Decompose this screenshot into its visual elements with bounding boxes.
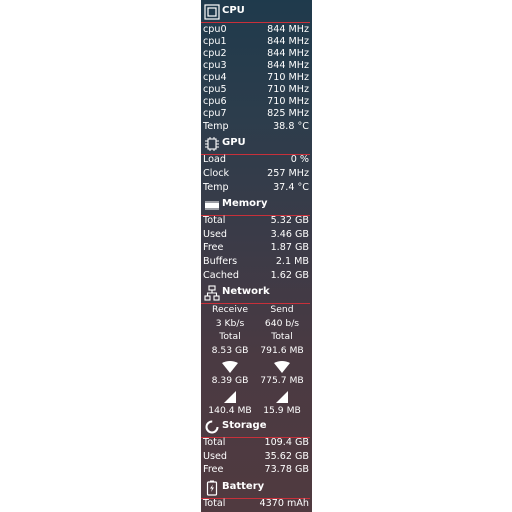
- cpu-row: cpu4 710 MHz: [203, 72, 309, 84]
- row-label: Used: [203, 451, 228, 462]
- row-label: Load: [203, 154, 227, 165]
- row-label: cpu5: [203, 84, 227, 95]
- receive-total: 8.53 GB: [211, 345, 249, 356]
- memory-ram-icon: [205, 201, 219, 210]
- gpu-section-header: GPU: [201, 133, 312, 155]
- battery-section-title: Battery: [222, 481, 265, 492]
- network-section-header: Network: [201, 282, 312, 304]
- cpu-section-title: CPU: [222, 5, 245, 16]
- row-value: 710 MHz: [267, 72, 309, 83]
- row-value: 844 MHz: [267, 36, 309, 47]
- memory-section-title: Memory: [222, 198, 268, 209]
- row-label: Buffers: [203, 256, 238, 267]
- cpu-row: cpu3 844 MHz: [203, 60, 309, 72]
- row-value: 1.87 GB: [270, 242, 309, 253]
- row-label: Total: [203, 215, 226, 226]
- battery-icon: [206, 480, 218, 496]
- row-value: 844 MHz: [267, 60, 309, 71]
- cpu-row: cpu0 844 MHz: [203, 24, 309, 36]
- memory-row: Used 3.46 GB: [203, 229, 309, 241]
- gpu-section-title: GPU: [222, 137, 246, 148]
- memory-row: Buffers 2.1 MB: [203, 256, 309, 268]
- row-label: Free: [203, 464, 224, 475]
- storage-section-header: Storage: [201, 416, 312, 438]
- row-value: 35.62 GB: [264, 451, 309, 462]
- gpu-chip-icon: [205, 137, 219, 151]
- row-value: 2.1 MB: [275, 256, 309, 267]
- send-total-label: Total: [271, 331, 293, 342]
- row-value: 0 %: [290, 154, 309, 165]
- gpu-row: Clock 257 MHz: [203, 168, 309, 180]
- gpu-row: Load 0 %: [203, 154, 309, 166]
- row-label: cpu2: [203, 48, 227, 59]
- section-divider: [201, 22, 310, 23]
- row-value: 710 MHz: [267, 84, 309, 95]
- gpu-row: Temp 37.4 °C: [203, 182, 309, 194]
- cpu-chip-icon: [204, 4, 220, 20]
- row-label: Used: [203, 229, 228, 240]
- network-icon: [204, 285, 220, 301]
- send-rate: 640 b/s: [264, 318, 300, 329]
- row-value: 38.8 °C: [273, 121, 309, 132]
- row-value: 5.32 GB: [270, 215, 309, 226]
- row-label: cpu1: [203, 36, 227, 47]
- row-value: 1.62 GB: [270, 270, 309, 281]
- cpu-temp-row: Temp 38.8 °C: [203, 121, 309, 133]
- row-label: Cached: [203, 270, 239, 281]
- row-label: Temp: [203, 182, 229, 193]
- receive-wifi-total: 8.39 GB: [211, 375, 249, 386]
- cpu-row: cpu1 844 MHz: [203, 36, 309, 48]
- storage-row: Free 73.78 GB: [203, 464, 309, 476]
- row-label: cpu0: [203, 24, 227, 35]
- row-value: 844 MHz: [267, 24, 309, 35]
- cpu-section-header: CPU: [201, 1, 312, 23]
- row-label: Clock: [203, 168, 230, 179]
- row-value: 73.78 GB: [264, 464, 309, 475]
- row-label: cpu6: [203, 96, 227, 107]
- row-value: 710 MHz: [267, 96, 309, 107]
- row-label: cpu3: [203, 60, 227, 71]
- send-label: Send: [270, 304, 294, 315]
- row-label: cpu4: [203, 72, 227, 83]
- memory-section-header: Memory: [201, 194, 312, 216]
- send-total: 791.6 MB: [260, 345, 304, 356]
- battery-row: Total 4370 mAh: [203, 498, 309, 510]
- send-wifi-total: 775.7 MB: [260, 375, 304, 386]
- row-value: 257 MHz: [267, 168, 309, 179]
- receive-total-label: Total: [219, 331, 241, 342]
- row-label: Total: [203, 437, 226, 448]
- row-label: Temp: [203, 121, 229, 132]
- wifi-icon: [222, 361, 238, 373]
- storage-row: Used 35.62 GB: [203, 451, 309, 463]
- row-value: 4370 mAh: [259, 498, 309, 509]
- receive-label: Receive: [212, 304, 248, 315]
- cpu-row: cpu7 825 MHz: [203, 108, 309, 120]
- row-value: 109.4 GB: [264, 437, 309, 448]
- memory-row: Free 1.87 GB: [203, 242, 309, 254]
- cpu-row: cpu6 710 MHz: [203, 96, 309, 108]
- row-value: 3.46 GB: [270, 229, 309, 240]
- storage-section-title: Storage: [222, 420, 267, 431]
- row-value: 825 MHz: [267, 108, 309, 119]
- memory-row: Cached 1.62 GB: [203, 270, 309, 282]
- cell-signal-icon: [276, 391, 288, 403]
- cell-signal-icon: [224, 391, 236, 403]
- row-label: cpu7: [203, 108, 227, 119]
- receive-rate: 3 Kb/s: [215, 318, 245, 329]
- row-value: 844 MHz: [267, 48, 309, 59]
- row-label: Free: [203, 242, 224, 253]
- cpu-row: cpu2 844 MHz: [203, 48, 309, 60]
- storage-ring-icon: [205, 420, 219, 434]
- memory-row: Total 5.32 GB: [203, 215, 309, 227]
- cpu-row: cpu5 710 MHz: [203, 84, 309, 96]
- storage-row: Total 109.4 GB: [203, 437, 309, 449]
- network-section-title: Network: [222, 286, 270, 297]
- row-label: Total: [203, 498, 226, 509]
- wifi-icon: [274, 361, 290, 373]
- system-monitor-panel: CPU cpu0 844 MHz cpu1 844 MHz cpu2 844 MHz …: [201, 0, 312, 512]
- battery-section-header: Battery: [201, 477, 312, 499]
- row-value: 37.4 °C: [273, 182, 309, 193]
